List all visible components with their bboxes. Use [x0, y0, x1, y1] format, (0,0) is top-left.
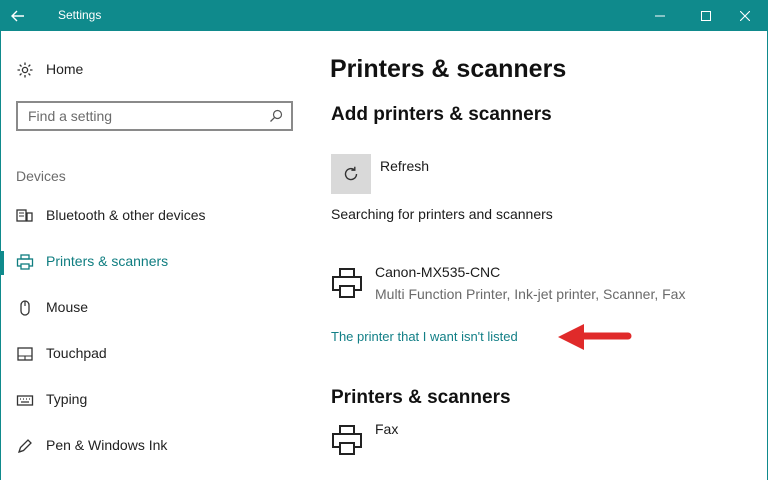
- sidebar-item-label: Mouse: [46, 299, 89, 315]
- sidebar-item-pen[interactable]: Pen & Windows Ink: [0, 433, 300, 459]
- sidebar-item-touchpad[interactable]: Touchpad: [0, 341, 300, 367]
- back-button[interactable]: [0, 0, 36, 31]
- printer-icon: [332, 425, 362, 455]
- searching-status: Searching for printers and scanners: [331, 206, 553, 222]
- printer-name: Canon-MX535-CNC: [375, 264, 501, 280]
- printer-description: Multi Function Printer, Ink-jet printer,…: [375, 286, 686, 302]
- section-devices-heading: Devices: [16, 168, 66, 184]
- sidebar-item-label: Bluetooth & other devices: [46, 207, 206, 223]
- maximize-icon: [701, 10, 711, 21]
- title-bar: Settings: [0, 0, 768, 31]
- printer-not-listed-link[interactable]: The printer that I want isn't listed: [331, 329, 518, 344]
- sidebar-item-label: Touchpad: [46, 345, 107, 361]
- home-label: Home: [46, 61, 84, 77]
- refresh-label[interactable]: Refresh: [380, 158, 429, 174]
- printer-icon: [332, 268, 362, 298]
- minimize-button[interactable]: [637, 0, 683, 31]
- add-printers-heading: Add printers & scanners: [331, 104, 552, 125]
- close-icon: [740, 10, 750, 21]
- pen-icon: [17, 439, 32, 454]
- installed-printer-fax[interactable]: Fax: [330, 419, 630, 463]
- printer-name: Fax: [375, 421, 399, 437]
- page-title: Printers & scanners: [330, 55, 567, 83]
- keyboard-icon: [16, 395, 34, 406]
- search-icon[interactable]: [269, 109, 283, 123]
- bluetooth-devices-icon: [16, 209, 33, 222]
- back-arrow-icon: [11, 10, 24, 21]
- red-arrow-annotation: [558, 324, 632, 350]
- found-printer-item[interactable]: Canon-MX535-CNC Multi Function Printer, …: [330, 262, 710, 306]
- printer-icon: [16, 254, 34, 270]
- installed-printers-heading: Printers & scanners: [331, 387, 511, 408]
- sidebar-item-label: Typing: [46, 391, 88, 407]
- refresh-icon: [344, 166, 358, 181]
- mouse-icon: [20, 300, 30, 316]
- search-placeholder: Find a setting: [28, 108, 113, 124]
- close-button[interactable]: [722, 0, 768, 31]
- nav-home[interactable]: Home: [0, 57, 300, 83]
- sidebar-item-bluetooth[interactable]: Bluetooth & other devices: [0, 203, 300, 229]
- refresh-button[interactable]: [331, 154, 371, 194]
- sidebar-item-label: Printers & scanners: [46, 253, 169, 269]
- window-title: Settings: [58, 8, 102, 22]
- touchpad-icon: [17, 347, 33, 361]
- sidebar-item-mouse[interactable]: Mouse: [0, 295, 300, 321]
- minimize-icon: [655, 15, 665, 16]
- sidebar-item-printers[interactable]: Printers & scanners: [0, 249, 300, 275]
- sidebar-item-typing[interactable]: Typing: [0, 387, 300, 413]
- sidebar-item-label: Pen & Windows Ink: [46, 437, 168, 453]
- gear-icon: [17, 62, 33, 78]
- search-input[interactable]: Find a setting: [16, 101, 293, 131]
